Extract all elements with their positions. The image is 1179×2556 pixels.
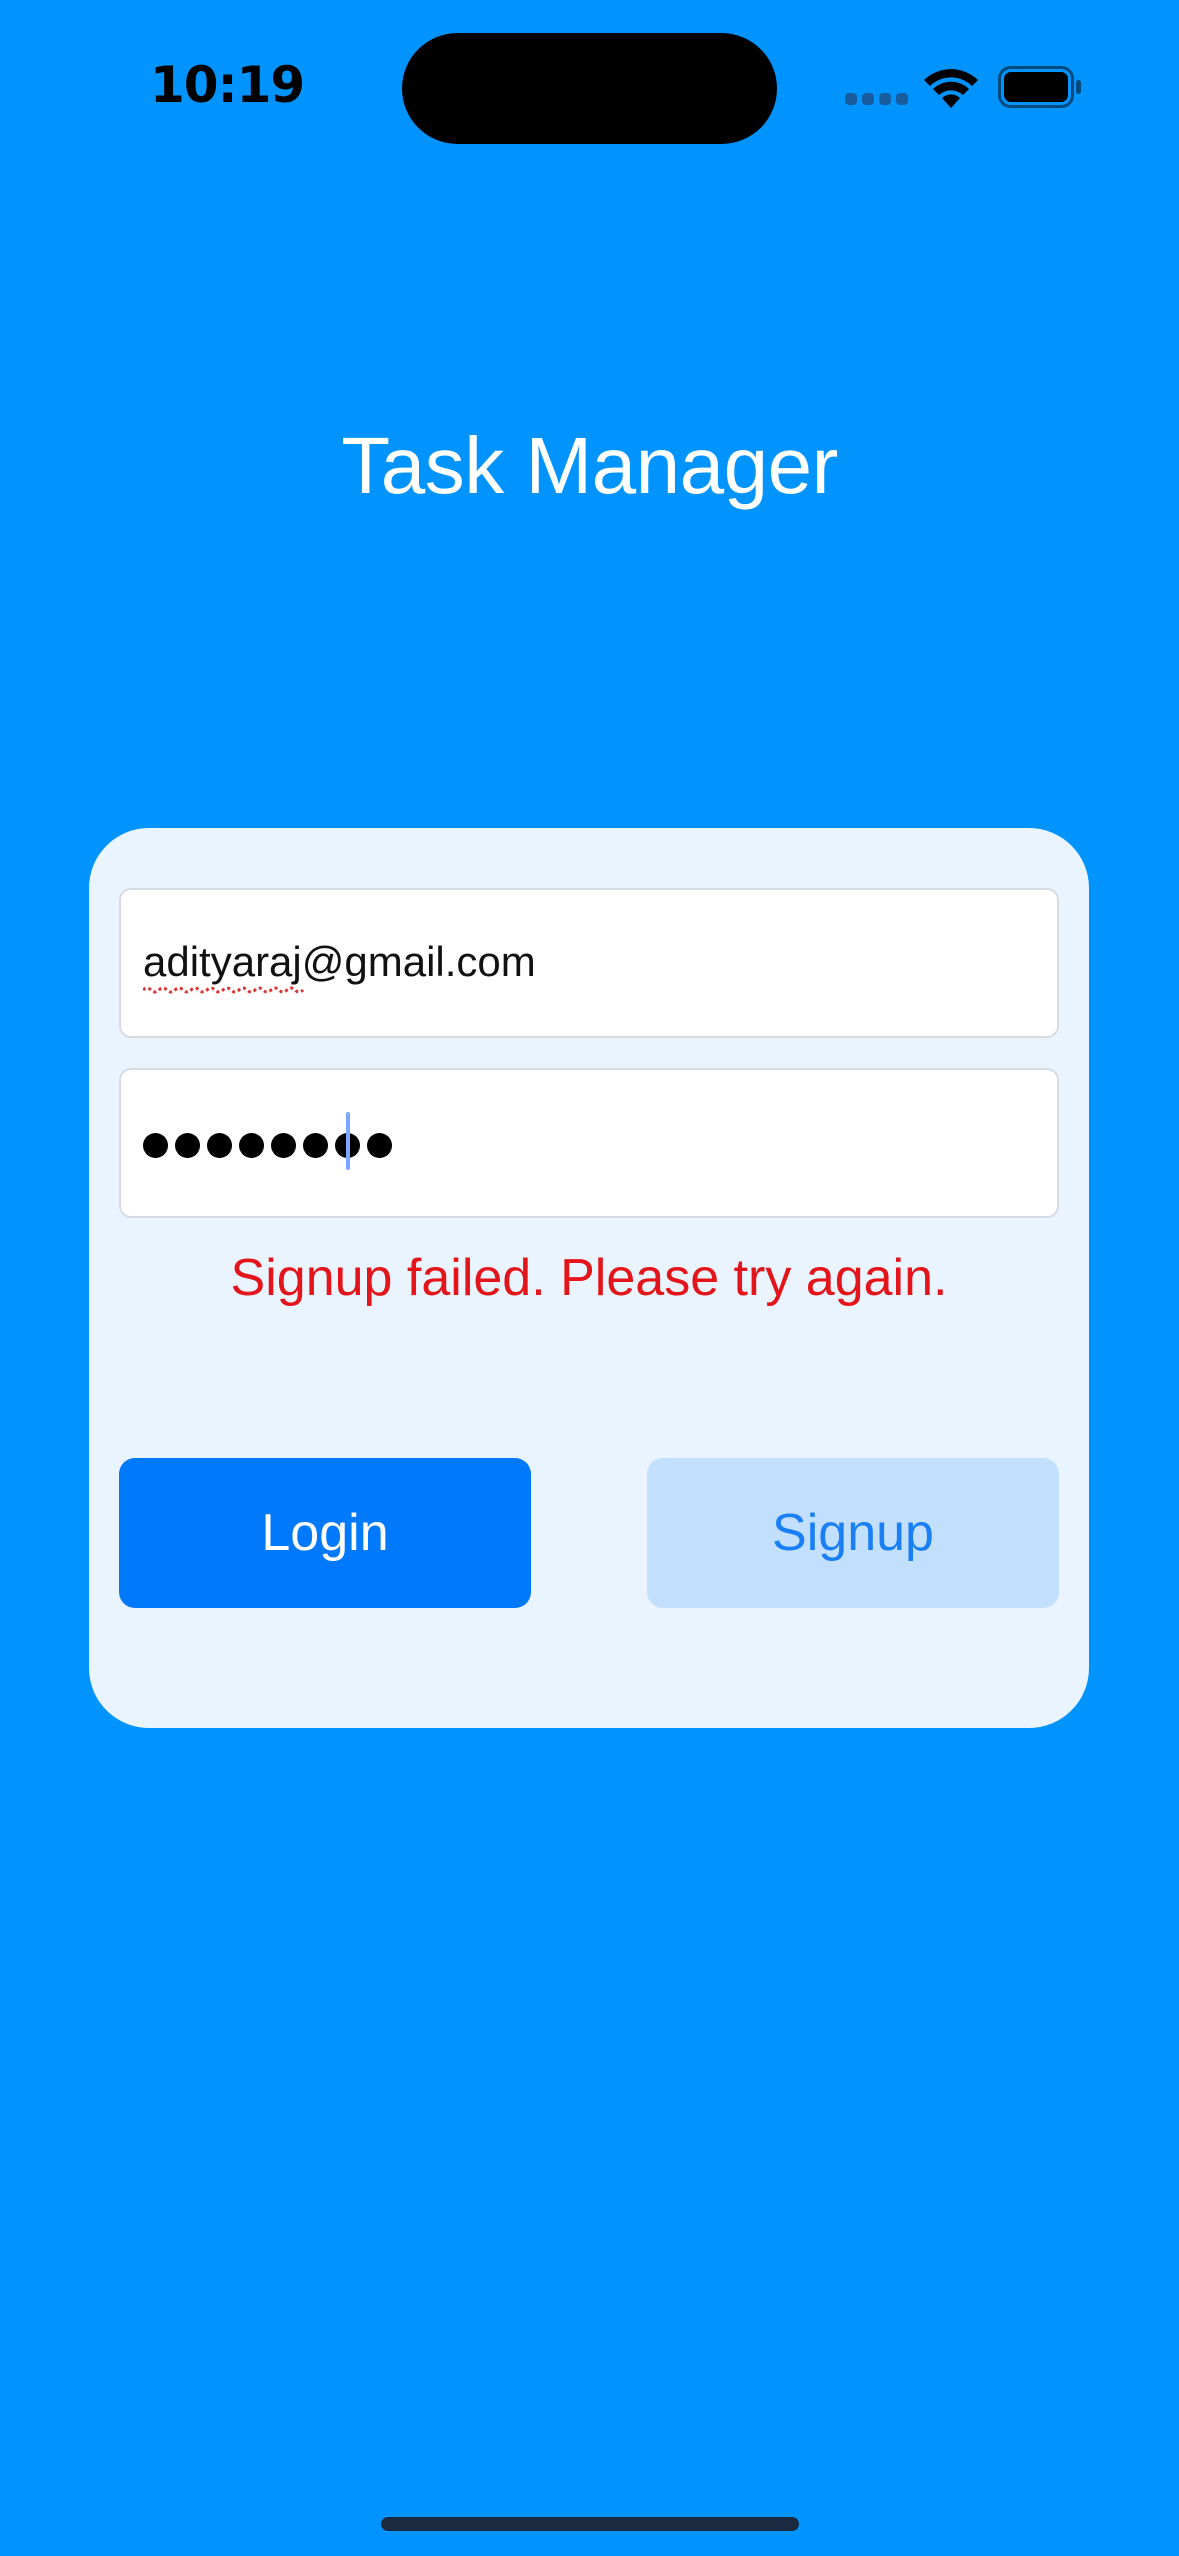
spellcheck-underline: [143, 986, 305, 994]
password-dot: [367, 1132, 392, 1158]
auth-card: adityaraj@gmail.com Signup failed. Pleas…: [89, 828, 1089, 1728]
home-indicator[interactable]: [381, 2517, 799, 2531]
login-button[interactable]: Login: [119, 1458, 531, 1608]
email-field-value: adityaraj@gmail.com: [143, 938, 536, 985]
password-dot: [271, 1132, 296, 1158]
battery-icon: [998, 66, 1081, 108]
text-caret: [346, 1112, 350, 1170]
password-masked-value: [143, 1120, 399, 1170]
wifi-icon: [924, 69, 978, 108]
password-dot: [207, 1132, 232, 1158]
email-field[interactable]: adityaraj@gmail.com: [119, 888, 1059, 1038]
cellular-signal-icon: [845, 93, 908, 109]
login-screen: 10:19 Task Manager adityaraj@gmail.com S…: [0, 0, 1179, 2556]
status-time: 10:19: [150, 56, 305, 114]
password-dot: [175, 1132, 200, 1158]
error-message: Signup failed. Please try again.: [230, 1249, 948, 1307]
app-title: Task Manager: [341, 421, 838, 510]
password-field[interactable]: [119, 1068, 1059, 1218]
dynamic-island: [402, 33, 777, 144]
password-dot: [303, 1132, 328, 1158]
password-dot: [143, 1132, 168, 1158]
signup-button[interactable]: Signup: [647, 1458, 1059, 1608]
password-dot: [239, 1132, 264, 1158]
